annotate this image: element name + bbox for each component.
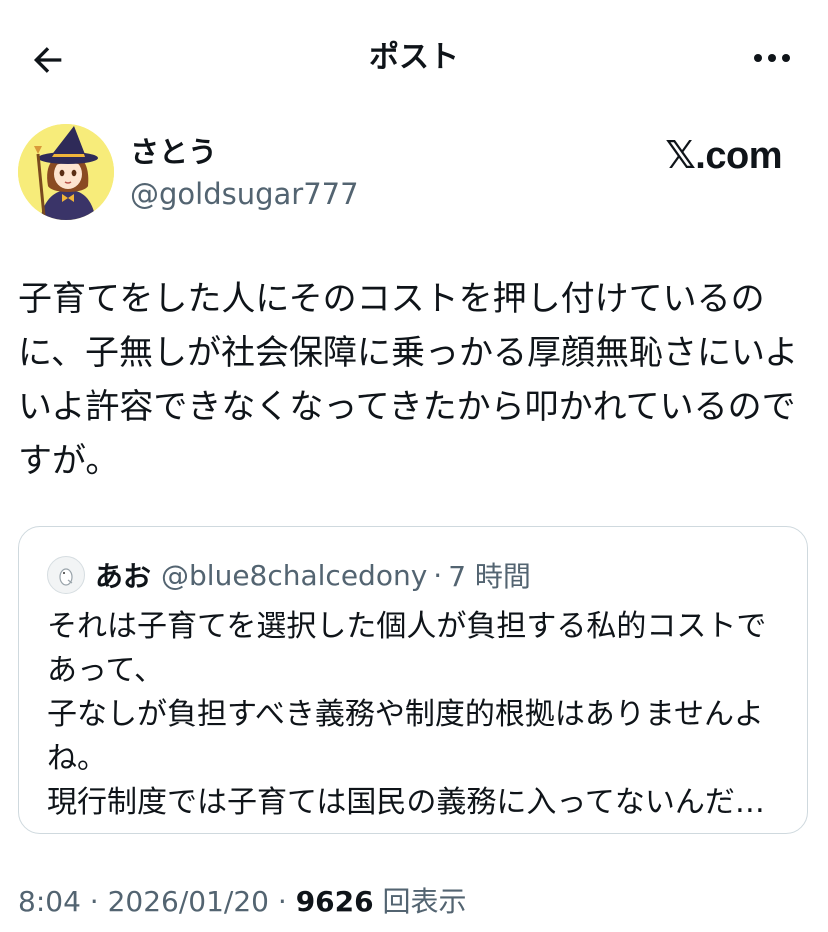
post-meta: 8:04 · 2026/01/20 · 9626 回表示 [18, 882, 467, 922]
top-bar: ポスト [0, 0, 828, 112]
witch-avatar-icon [18, 124, 114, 220]
quoted-separator: · [433, 558, 443, 592]
quoted-post-text: それは子育てを選択した個人が負担する私的コストで あって、 子なしが負担すべき義… [47, 605, 787, 825]
post-time[interactable]: 8:04 [18, 885, 81, 918]
page-title: ポスト [369, 40, 459, 75]
quoted-author-avatar[interactable] [47, 556, 85, 594]
post-author: さとう @goldsugar777 𝕏.com [18, 124, 810, 224]
quoted-text-line: ね。 [47, 741, 107, 776]
quoted-post-header: あお @blue8chalcedony · 7 時間 [47, 555, 531, 595]
quoted-author-handle[interactable]: @blue8chalcedony [161, 559, 427, 592]
post-text-line: すが。 [18, 441, 120, 481]
quoted-text-line: 現行制度では子育ては国民の義務に入ってないんだ… [47, 785, 765, 820]
quoted-author-name[interactable]: あお [95, 555, 151, 595]
views-count[interactable]: 9626 [296, 885, 374, 918]
author-handle[interactable]: @goldsugar777 [130, 176, 359, 212]
post-text-line: に、子無しが社会保障に乗っかる厚顔無恥さにいよ [18, 333, 799, 373]
quoted-post-card[interactable]: あお @blue8chalcedony · 7 時間 それは子育てを選択した個人… [18, 526, 808, 834]
more-button[interactable] [744, 36, 800, 80]
x-logo: 𝕏.com [665, 135, 782, 177]
author-display-name[interactable]: さとう [130, 134, 217, 170]
views-label: 回表示 [373, 885, 467, 918]
post-date[interactable]: 2026/01/20 [108, 885, 269, 918]
meta-separator: · [268, 885, 296, 918]
more-horizontal-icon [754, 54, 790, 62]
quoted-text-line: あって、 [47, 653, 164, 688]
quoted-text-line: 子なしが負担すべき義務や制度的根拠はありませんよ [47, 697, 764, 732]
quoted-text-line: それは子育てを選択した個人が負担する私的コストで [47, 609, 767, 644]
author-avatar[interactable] [18, 124, 114, 220]
quoted-post-time: 7 時間 [448, 560, 531, 593]
meta-separator: · [80, 885, 108, 918]
post-text-line: いよ許容できなくなってきたから叩かれているので [18, 387, 796, 427]
post-text: 子育てをした人にそのコストを押し付けているの に、子無しが社会保障に乗っかる厚顔… [18, 272, 808, 488]
bird-avatar-icon [59, 568, 73, 586]
post-text-line: 子育てをした人にそのコストを押し付けているの [18, 279, 765, 319]
